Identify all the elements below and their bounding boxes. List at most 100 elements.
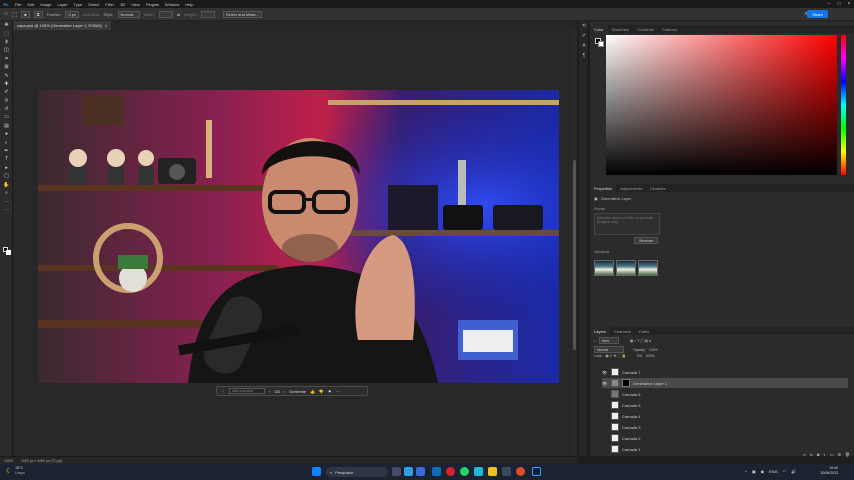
path-select-icon[interactable]: ▸: [0, 164, 13, 172]
new-selection-icon[interactable]: ■: [21, 10, 30, 18]
app-icon[interactable]: [474, 467, 483, 476]
edit-toolbar-icon[interactable]: ⋯: [0, 206, 13, 214]
menu-type[interactable]: Type: [71, 2, 86, 7]
eraser-tool-icon[interactable]: ▭: [0, 113, 13, 121]
lasso-tool-icon[interactable]: ϕ: [0, 38, 13, 46]
hand-tool-icon[interactable]: ✋: [0, 180, 13, 188]
kind-filter-select[interactable]: Kind: [598, 337, 619, 344]
weather-widget[interactable]: ☾ 15°C Limpo: [6, 466, 25, 476]
character-icon[interactable]: A: [579, 41, 589, 51]
thumbs-up-icon[interactable]: 👍: [310, 389, 315, 394]
menu-edit[interactable]: Edit: [24, 2, 37, 7]
brush-settings-icon[interactable]: ✐: [579, 31, 589, 41]
trash-icon[interactable]: 🗑: [845, 452, 850, 457]
fg-bg-swatches[interactable]: [595, 38, 604, 47]
opacity-input[interactable]: 100%: [649, 348, 658, 352]
document-tab[interactable]: capa.psd @ 100% (Generative Layer 1, RGB…: [13, 21, 112, 30]
layer-row-selected[interactable]: 👁 Generative Layer 1: [602, 378, 848, 388]
width-input[interactable]: [158, 10, 173, 18]
previous-variation-icon[interactable]: ‹: [269, 389, 270, 394]
link-icon[interactable]: ∞: [803, 452, 806, 457]
healing-brush-icon[interactable]: ✚: [0, 80, 13, 88]
background-color-swatch[interactable]: [6, 250, 11, 255]
type-tool-icon[interactable]: T: [0, 155, 13, 163]
close-icon[interactable]: ×: [105, 23, 107, 28]
variation-thumbnail[interactable]: [638, 260, 658, 276]
layer-row[interactable]: Camada 6: [602, 389, 848, 399]
menu-select[interactable]: Select: [85, 2, 102, 7]
opera-icon[interactable]: [446, 467, 455, 476]
whatsapp-icon[interactable]: [460, 467, 469, 476]
lock-icons[interactable]: ▦ ✐ ✥ ⬚ 🔒: [605, 354, 626, 358]
menu-file[interactable]: File: [12, 2, 24, 7]
menu-help[interactable]: Help: [182, 2, 196, 7]
eyedropper-tool-icon[interactable]: ✎: [0, 71, 13, 79]
menu-window[interactable]: Window: [162, 2, 182, 7]
menu-view[interactable]: View: [128, 2, 143, 7]
menu-3d[interactable]: 3D: [117, 2, 128, 7]
more-tools-icon[interactable]: …: [0, 197, 13, 205]
add-selection-icon[interactable]: ⧉: [33, 10, 43, 18]
background-color-swatch[interactable]: [598, 41, 604, 47]
volume-icon[interactable]: 🔊: [791, 469, 796, 474]
hue-slider[interactable]: [841, 35, 846, 175]
file-explorer-icon[interactable]: [488, 467, 497, 476]
visibility-eye-icon[interactable]: 👁: [602, 381, 608, 386]
home-icon[interactable]: ⌂: [4, 11, 8, 17]
filter-icons[interactable]: ▣ ◐ T ▢ ▤ ●: [630, 339, 651, 343]
crop-tool-icon[interactable]: ⌗: [0, 55, 13, 63]
fx-icon[interactable]: fx: [810, 452, 813, 457]
new-layer-icon[interactable]: ⊞: [838, 452, 841, 457]
drag-handle-icon[interactable]: ⋮: [221, 389, 225, 394]
tab-libraries[interactable]: Libraries: [646, 184, 669, 192]
edge-icon[interactable]: [404, 467, 413, 476]
more-options-icon[interactable]: ⋯: [336, 389, 340, 394]
tray-icon[interactable]: ▣: [752, 469, 756, 474]
close-icon[interactable]: ×: [844, 0, 854, 8]
gradient-tool-icon[interactable]: ▤: [0, 122, 13, 130]
layer-row[interactable]: 👁 Camada 7: [602, 367, 848, 377]
history-brush-icon[interactable]: ↺: [0, 105, 13, 113]
tab-swatches[interactable]: Swatches: [608, 25, 633, 33]
menu-image[interactable]: Image: [37, 2, 54, 7]
minimize-icon[interactable]: –: [824, 0, 834, 8]
antialias-checkbox[interactable]: Anti-alias: [83, 12, 99, 17]
brush-tool-icon[interactable]: ✐: [0, 88, 13, 96]
generate-button[interactable]: Generate: [289, 389, 306, 394]
taskbar-search[interactable]: ⌕ Pesquisar: [326, 467, 388, 477]
layer-row[interactable]: Camada 4: [602, 411, 848, 421]
clone-stamp-icon[interactable]: ⚲: [0, 97, 13, 105]
object-select-tool-icon[interactable]: ◫: [0, 46, 13, 54]
swap-icon[interactable]: ⇄: [177, 12, 180, 17]
share-button[interactable]: Share: [807, 10, 828, 18]
marquee-tool-icon[interactable]: ⬚: [12, 11, 18, 18]
zoom-level[interactable]: 100%: [4, 459, 13, 463]
visibility-eye-icon[interactable]: 👁: [602, 370, 608, 375]
feather-input[interactable]: 0 px: [65, 10, 80, 18]
maximize-icon[interactable]: □: [834, 0, 844, 8]
scrollbar-thumb[interactable]: [573, 160, 576, 350]
fill-input[interactable]: 100%: [646, 354, 655, 358]
layer-row[interactable]: Camada 5: [602, 400, 848, 410]
adjustment-icon[interactable]: ◐: [823, 452, 825, 457]
prompt-textarea[interactable]: Describe what you'd like to generate (En…: [594, 213, 660, 235]
color-picker-field[interactable]: [606, 35, 837, 175]
photoshop-taskbar-icon[interactable]: [532, 467, 541, 476]
prompt-input[interactable]: Add a prompt: [229, 388, 265, 394]
tray-icon[interactable]: ◉: [761, 469, 765, 474]
select-mask-button[interactable]: Select and Mask...: [222, 10, 262, 18]
layer-row[interactable]: Camada 2: [602, 433, 848, 443]
tab-adjustments[interactable]: Adjustments: [616, 184, 646, 192]
variation-thumbnail[interactable]: [594, 260, 614, 276]
add-mask-icon[interactable]: ◙: [817, 452, 819, 457]
variation-thumbnail[interactable]: [616, 260, 636, 276]
tab-properties[interactable]: Properties: [590, 184, 617, 192]
windows-start-icon[interactable]: [312, 467, 321, 476]
outlook-icon[interactable]: [432, 467, 441, 476]
flag-icon[interactable]: ⚑: [328, 389, 332, 394]
app-icon[interactable]: [502, 467, 511, 476]
tab-channels[interactable]: Channels: [610, 327, 635, 335]
style-select[interactable]: Normal: [117, 10, 140, 18]
frame-tool-icon[interactable]: ⊠: [0, 63, 13, 71]
task-view-icon[interactable]: [392, 467, 401, 476]
